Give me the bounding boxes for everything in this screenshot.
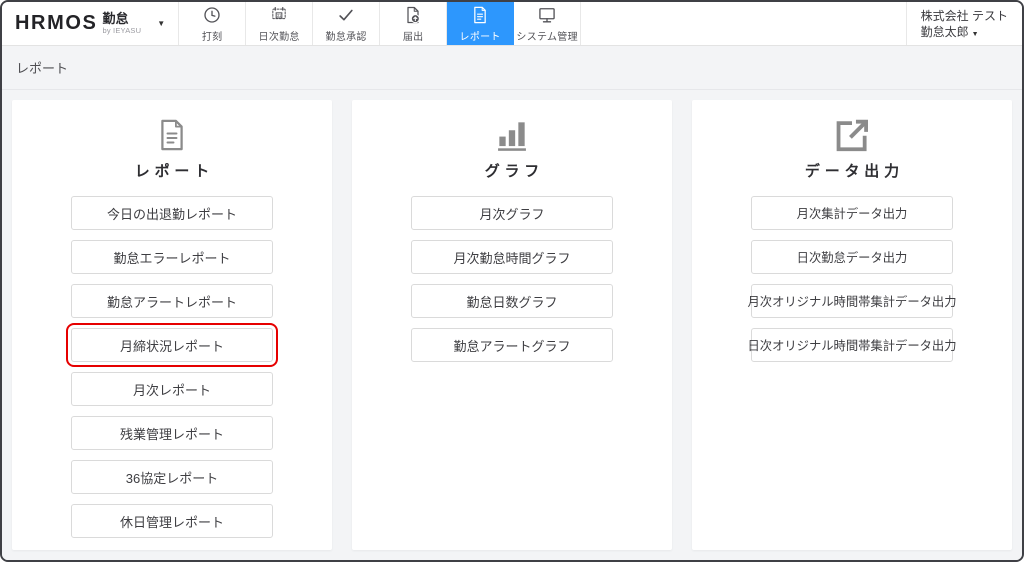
attendance-error-report-button[interactable]: 勤怠エラーレポート (71, 240, 273, 274)
monthly-graph-button[interactable]: 月次グラフ (411, 196, 613, 230)
tab-attendance-approval[interactable]: 勤怠承認 (313, 2, 381, 45)
tab-report[interactable]: レポート (447, 2, 515, 45)
top-navbar: HRMOS 勤怠 by IEYASU ▼ 打刻 31 日次勤怠 勤怠承認 届出 … (2, 2, 1022, 46)
panel-data-export: データ出力 月次集計データ出力 日次勤怠データ出力 月次オリジナル時間帯集計デー… (692, 100, 1012, 550)
panel-title: データ出力 (804, 163, 904, 180)
product-name: 勤怠 (102, 11, 129, 27)
report-document-icon (12, 115, 332, 155)
hrmos-logo: HRMOS (15, 12, 98, 34)
bar-chart-icon (352, 115, 672, 155)
button-list: 今日の出退勤レポート 勤怠エラーレポート 勤怠アラートレポート 月締状況レポート… (12, 196, 332, 538)
byline: by IEYASU (102, 26, 142, 36)
panel-reports: レポート 今日の出退勤レポート 勤怠エラーレポート 勤怠アラートレポート 月締状… (12, 100, 332, 550)
attendance-alert-graph-button[interactable]: 勤怠アラートグラフ (411, 328, 613, 362)
panel-title: グラフ (484, 163, 545, 180)
main-nav: 打刻 31 日次勤怠 勤怠承認 届出 レポート システム管理 (179, 2, 582, 45)
caret-down-icon: ▼ (971, 31, 979, 38)
page-title: レポート (16, 61, 69, 76)
tab-daily-attendance[interactable]: 31 日次勤怠 (246, 2, 314, 45)
holiday-management-report-button[interactable]: 休日管理レポート (71, 504, 273, 538)
clock-icon (202, 5, 222, 25)
export-icon (692, 115, 1012, 155)
attendance-alert-report-button[interactable]: 勤怠アラートレポート (71, 284, 273, 318)
main-content: レポート 今日の出退勤レポート 勤怠エラーレポート 勤怠アラートレポート 月締状… (2, 90, 1022, 560)
app-window: HRMOS 勤怠 by IEYASU ▼ 打刻 31 日次勤怠 勤怠承認 届出 … (0, 0, 1024, 562)
brand-menu[interactable]: HRMOS 勤怠 by IEYASU ▼ (2, 2, 180, 45)
page-title-bar: レポート (2, 46, 1022, 90)
article36-agreement-report-button[interactable]: 36協定レポート (71, 460, 273, 494)
svg-text:31: 31 (277, 12, 282, 17)
today-attendance-report-button[interactable]: 今日の出退勤レポート (71, 196, 273, 230)
overtime-management-report-button[interactable]: 残業管理レポート (71, 416, 273, 450)
tab-time-clock[interactable]: 打刻 (179, 2, 247, 45)
monthly-aggregate-data-export-button[interactable]: 月次集計データ出力 (751, 196, 953, 230)
monthly-original-timeband-aggregate-data-export-button[interactable]: 月次オリジナル時間帯集計データ出力 (747, 284, 957, 318)
user-name-row: 勤怠太郎 ▼ (921, 24, 1008, 43)
panel-title: レポート (134, 163, 214, 180)
account-menu[interactable]: 株式会社 テスト 勤怠太郎 ▼ (905, 2, 1022, 45)
calendar-icon: 31 (269, 5, 289, 25)
monthly-working-hours-graph-button[interactable]: 月次勤怠時間グラフ (411, 240, 613, 274)
report-document-icon (470, 5, 490, 25)
monthly-report-button[interactable]: 月次レポート (71, 372, 273, 406)
tab-submission[interactable]: 届出 (380, 2, 448, 45)
company-name: 株式会社 テスト (920, 9, 1008, 23)
product-name-block: 勤怠 by IEYASU (102, 12, 141, 35)
daily-attendance-data-export-button[interactable]: 日次勤怠データ出力 (751, 240, 953, 274)
tab-system-admin[interactable]: システム管理 (514, 2, 582, 45)
button-list: 月次集計データ出力 日次勤怠データ出力 月次オリジナル時間帯集計データ出力 日次… (692, 196, 1012, 362)
submit-document-icon (403, 5, 423, 25)
attendance-days-graph-button[interactable]: 勤怠日数グラフ (411, 284, 613, 318)
user-name: 勤怠太郎 (920, 25, 969, 39)
monitor-icon (537, 5, 557, 25)
panel-graphs: グラフ 月次グラフ 月次勤怠時間グラフ 勤怠日数グラフ 勤怠アラートグラフ (352, 100, 672, 550)
check-icon (336, 5, 356, 25)
button-list: 月次グラフ 月次勤怠時間グラフ 勤怠日数グラフ 勤怠アラートグラフ (352, 196, 672, 362)
daily-original-timeband-aggregate-data-export-button[interactable]: 日次オリジナル時間帯集計データ出力 (747, 328, 957, 362)
monthly-closing-status-report-button[interactable]: 月締状況レポート (66, 323, 278, 367)
caret-down-icon: ▼ (157, 19, 166, 28)
